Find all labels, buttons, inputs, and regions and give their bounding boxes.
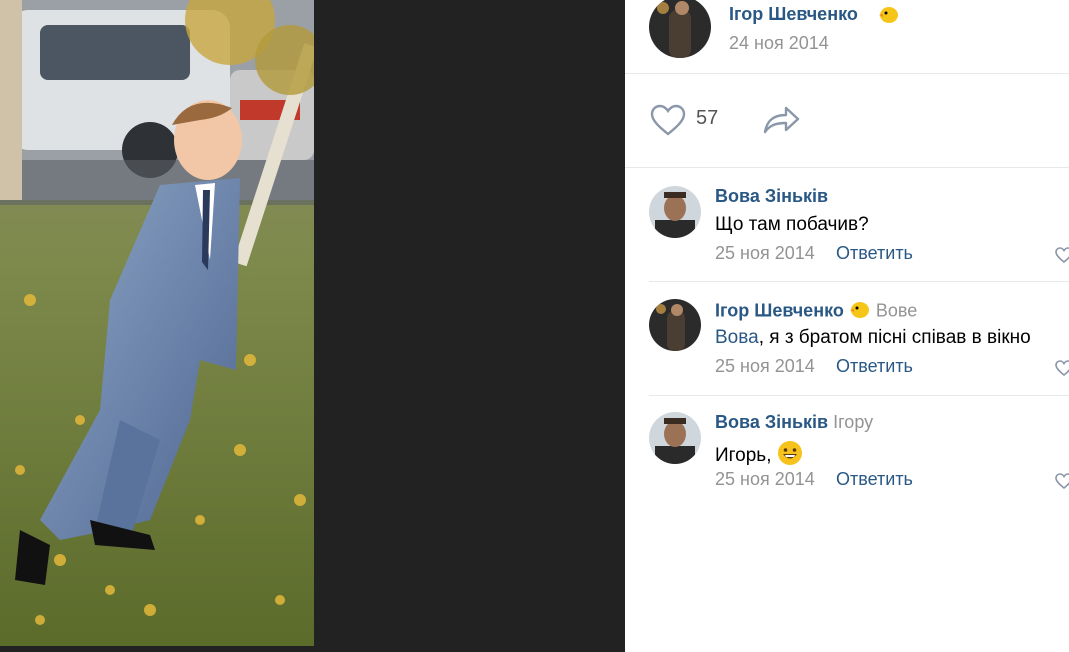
share-icon[interactable] — [762, 104, 802, 141]
comment-author-line: Вова Зіньків Ігору — [715, 412, 873, 433]
heart-icon[interactable] — [650, 104, 686, 141]
comment-text: Игорь, — [715, 445, 777, 467]
comment-author-line: Ігор Шевченко Вове — [715, 299, 917, 324]
reply-button[interactable]: Ответить — [836, 469, 913, 490]
comment-text-line: Вова, я з братом пісні співав в вікно — [715, 327, 1031, 349]
comment-author[interactable]: Вова Зіньків — [715, 186, 828, 207]
comment-divider — [649, 395, 1069, 396]
chick-emoji-icon — [878, 4, 900, 29]
comment-text: , я з братом пісні співав в вікно — [758, 327, 1031, 348]
comment-text: Що там побачив? — [715, 214, 869, 235]
post-date: 24 ноя 2014 — [729, 33, 829, 53]
heart-icon[interactable] — [1055, 473, 1069, 494]
photo-viewer — [0, 0, 625, 652]
like-count: 57 — [696, 107, 719, 129]
commenter-avatar[interactable] — [649, 299, 701, 351]
reply-to-name[interactable]: Ігору — [833, 412, 873, 432]
mention-link[interactable]: Вова — [715, 327, 759, 348]
post-photo[interactable] — [0, 0, 314, 646]
author-name[interactable]: Ігор Шевченко — [729, 4, 858, 25]
comment-author[interactable]: Вова Зіньків — [715, 412, 828, 432]
commenter-avatar[interactable] — [649, 412, 701, 464]
chick-emoji-icon — [849, 299, 871, 324]
author-avatar[interactable] — [649, 0, 711, 58]
commenter-avatar[interactable] — [649, 186, 701, 238]
comment-date[interactable]: 25 ноя 2014 — [715, 356, 815, 377]
comment-text-line: Игорь, — [715, 440, 803, 472]
grinning-face-emoji-icon — [777, 440, 803, 472]
reply-button[interactable]: Ответить — [836, 243, 913, 264]
comments-panel: Ігор Шевченко 24 ноя 2014 57 Вова Зінькі… — [625, 0, 1069, 652]
heart-icon[interactable] — [1055, 360, 1069, 381]
comment-author[interactable]: Ігор Шевченко — [715, 300, 844, 320]
post-actions: 57 — [625, 74, 1069, 168]
comment-divider — [649, 281, 1069, 282]
heart-icon[interactable] — [1055, 247, 1069, 268]
reply-button[interactable]: Ответить — [836, 356, 913, 377]
post-author-header: Ігор Шевченко 24 ноя 2014 — [625, 0, 1069, 74]
comment-date[interactable]: 25 ноя 2014 — [715, 469, 815, 490]
reply-to-name[interactable]: Вове — [876, 300, 917, 320]
comment-date[interactable]: 25 ноя 2014 — [715, 243, 815, 264]
